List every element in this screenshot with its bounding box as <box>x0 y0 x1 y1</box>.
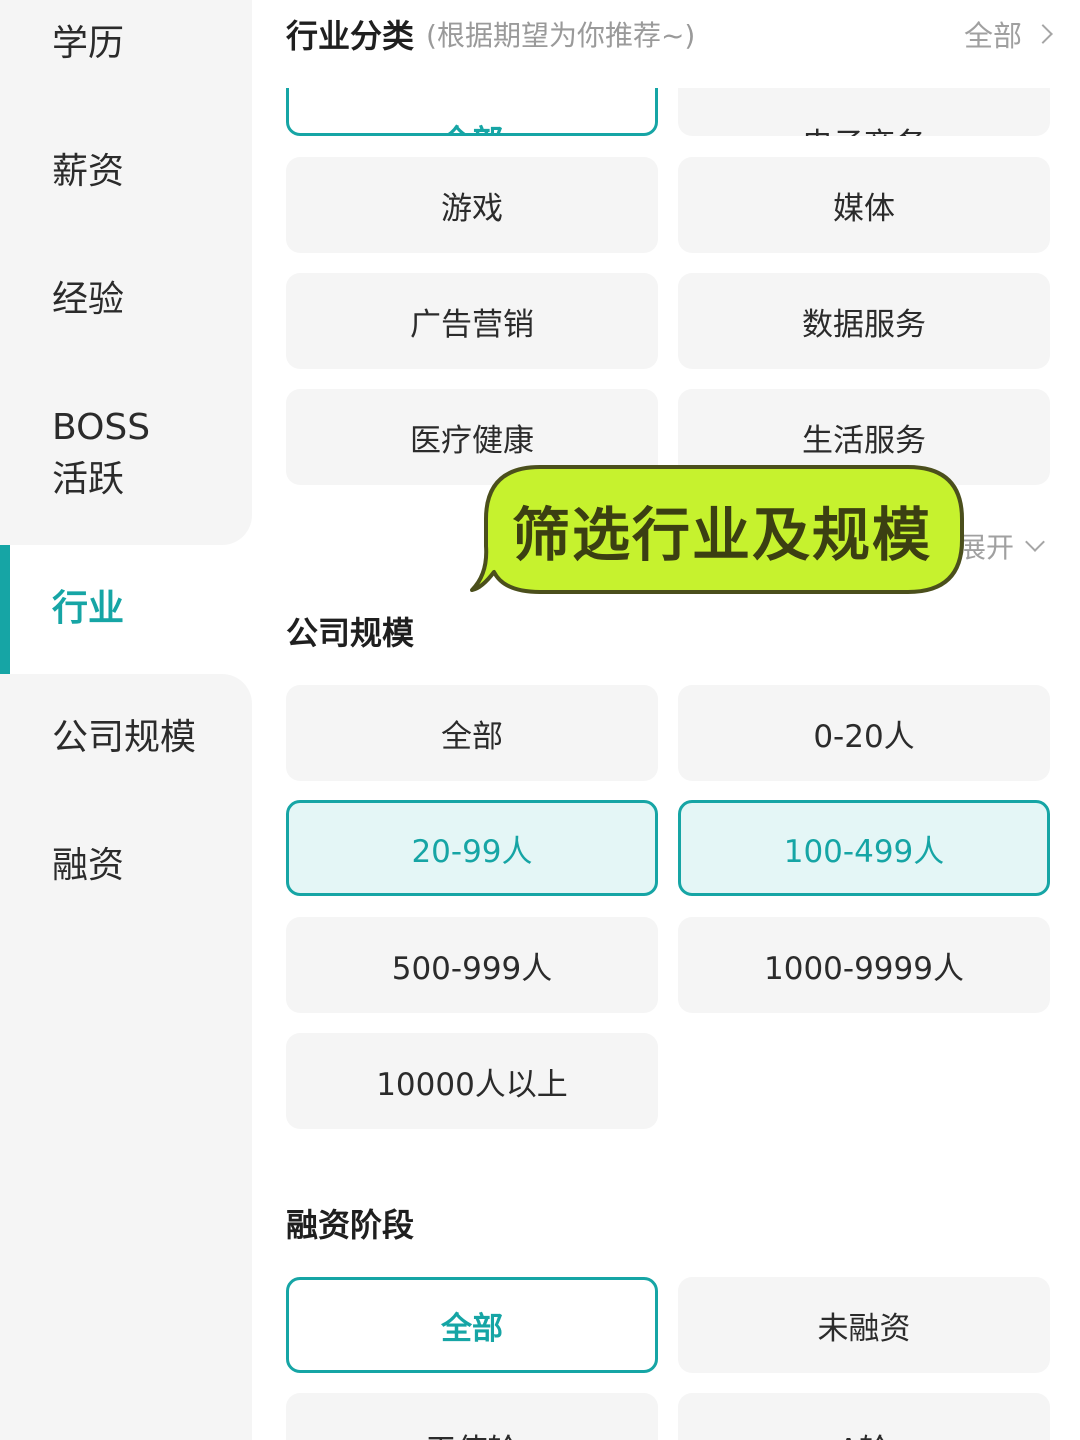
chip-label: 10000人以上 <box>376 1066 568 1103</box>
chip-label: 全部 <box>441 116 503 133</box>
active-indicator <box>0 545 10 674</box>
sidebar-item-label: 薪资 <box>52 150 125 192</box>
chip-label: 全部 <box>441 718 503 755</box>
company-size-title: 公司规模 <box>286 614 415 652</box>
sidebar-item-label: 学历 <box>52 22 125 64</box>
chip-label: 未融资 <box>817 1310 911 1347</box>
size-option-10000-plus[interactable]: 10000人以上 <box>286 1033 658 1129</box>
sidebar-item-industry[interactable]: 行业 <box>0 545 252 674</box>
industry-title: 行业分类 <box>286 17 415 55</box>
sidebar-item-education[interactable]: 学历 <box>0 0 252 88</box>
industry-all-label: 全部 <box>963 19 1022 53</box>
industry-option-advertising[interactable]: 广告营销 <box>286 273 658 369</box>
chip-label: 电子商务 <box>802 119 926 136</box>
chip-label: 医疗健康 <box>410 422 534 459</box>
annotation-callout: 筛选行业及规模 <box>468 464 968 598</box>
sidebar-corner <box>222 674 252 704</box>
sidebar-item-boss-active[interactable]: BOSS 活跃 <box>0 398 252 510</box>
chip-label: 广告营销 <box>410 306 534 343</box>
size-option-0-20[interactable]: 0-20人 <box>678 685 1050 781</box>
chip-label: 游戏 <box>441 190 503 227</box>
chip-label: A轮 <box>838 1425 890 1440</box>
size-option-all[interactable]: 全部 <box>286 685 658 781</box>
sidebar-item-label: 融资 <box>52 844 125 886</box>
chip-label: 生活服务 <box>802 422 926 459</box>
industry-header-overlay: 行业分类 (根据期望为你推荐~) 全部 <box>286 12 1053 56</box>
chip-label: 数据服务 <box>802 306 926 343</box>
financing-option-angel[interactable]: 天使轮 <box>286 1393 658 1440</box>
sidebar-corner <box>222 515 252 545</box>
sidebar-item-label: 行业 <box>52 588 125 630</box>
industry-all-link[interactable]: 全部 <box>963 13 1053 55</box>
chip-label: 0-20人 <box>813 718 915 755</box>
size-option-500-999[interactable]: 500-999人 <box>286 917 658 1013</box>
callout-text: 筛选行业及规模 <box>511 501 932 569</box>
chip-label: 全部 <box>441 1310 503 1347</box>
industry-option-data-services[interactable]: 数据服务 <box>678 273 1050 369</box>
industry-option-media[interactable]: 媒体 <box>678 157 1050 253</box>
industry-hint: (根据期望为你推荐~) <box>426 19 696 52</box>
chip-label: 20-99人 <box>411 833 533 870</box>
chip-label: 1000-9999人 <box>764 950 964 987</box>
size-option-20-99[interactable]: 20-99人 <box>286 800 658 896</box>
sidebar-item-experience[interactable]: 经验 <box>0 252 252 348</box>
size-option-100-499[interactable]: 100-499人 <box>678 800 1050 896</box>
industry-option-games[interactable]: 游戏 <box>286 157 658 253</box>
sidebar-item-label: BOSS 活跃 <box>52 406 151 500</box>
industry-expand-button[interactable]: 展开 <box>958 526 1045 566</box>
sidebar-item-salary[interactable]: 薪资 <box>0 124 252 220</box>
chevron-down-icon <box>1025 532 1045 552</box>
chip-label: 100-499人 <box>783 833 945 870</box>
filter-category-sidebar: 学历 薪资 经验 BOSS 活跃 行业 公司规模 融资 <box>0 0 252 1440</box>
sidebar-item-company-size[interactable]: 公司规模 <box>0 690 252 786</box>
chevron-right-icon <box>1033 24 1053 44</box>
chip-label: 天使轮 <box>426 1425 519 1440</box>
sidebar-item-label: 公司规模 <box>52 716 197 758</box>
size-option-1000-9999[interactable]: 1000-9999人 <box>678 917 1050 1013</box>
filter-options-panel: 行业分类 (根据期望为你推荐~) 全部 全部 电子商务 行业分类 (根据期望为你… <box>252 0 1080 1440</box>
financing-option-series-a[interactable]: A轮 <box>678 1393 1050 1440</box>
sidebar-item-financing[interactable]: 融资 <box>0 818 252 914</box>
financing-title: 融资阶段 <box>286 1206 415 1244</box>
sidebar-item-label: 经验 <box>52 278 125 320</box>
financing-option-all[interactable]: 全部 <box>286 1277 658 1373</box>
chip-label: 媒体 <box>833 190 895 227</box>
chip-label: 500-999人 <box>391 950 553 987</box>
financing-option-unfunded[interactable]: 未融资 <box>678 1277 1050 1373</box>
